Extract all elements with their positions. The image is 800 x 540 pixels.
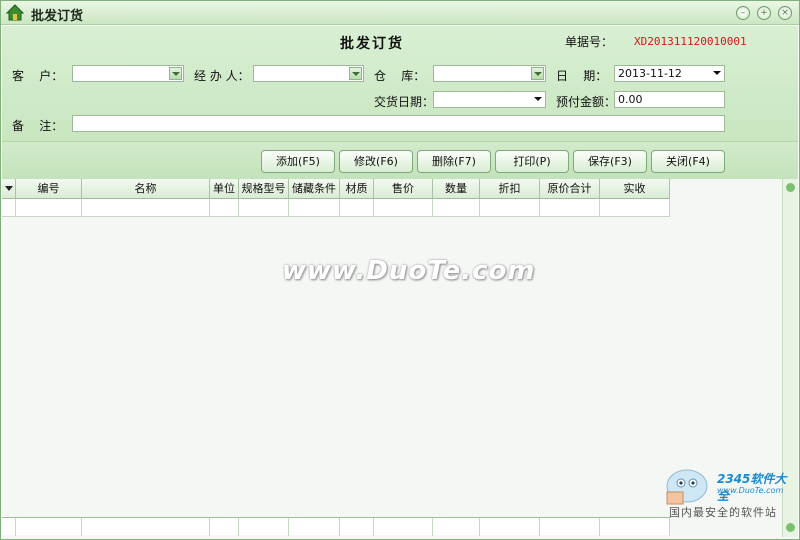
col-header-storage[interactable]: 储藏条件 [289,179,340,199]
close-icon[interactable]: × [778,6,792,20]
col-header-received[interactable]: 实收 [600,179,670,199]
prepay-input[interactable]: 0.00 [614,91,725,108]
form-heading: 批发订货 [340,36,404,52]
customer-label: 客 户： [12,69,64,83]
delivery-date-label: 交货日期： [374,95,435,109]
remark-label: 备 注： [12,119,64,133]
order-no-label: 单据号： [565,35,614,49]
col-header-code[interactable]: 编号 [16,179,82,199]
title-bar[interactable]: 批发订货 – + × [1,1,799,25]
window-title: 批发订货 [31,9,84,24]
col-header-discount[interactable]: 折扣 [480,179,540,199]
chevron-down-icon[interactable] [713,71,721,75]
col-header-subtotal[interactable]: 原价合计 [540,179,600,199]
logo-slogan: 国内最安全的软件站 [669,506,777,519]
grid-header: 编号 名称 单位 规格型号 储藏条件 材质 售价 数量 折扣 原价合计 实收 [2,179,670,199]
date-picker[interactable]: 2013-11-12 [614,65,725,82]
order-window: 批发订货 – + × 批发订货 单据号： XD201311120010001 客… [0,0,800,540]
col-header-name[interactable]: 名称 [82,179,210,199]
handler-select[interactable] [253,65,364,82]
chevron-down-icon[interactable] [169,67,182,80]
order-no-value: XD201311120010001 [634,35,747,48]
remark-input[interactable] [72,115,725,132]
watermark-text: www.DuoTe.com [282,256,536,286]
col-header-unit[interactable]: 单位 [210,179,239,199]
row-indicator-icon[interactable] [2,179,16,199]
table-row[interactable] [2,199,670,217]
close-button[interactable]: 关闭(F4) [651,150,725,173]
scroll-up-icon[interactable] [786,183,795,192]
delivery-date-picker[interactable] [433,91,546,108]
save-button[interactable]: 保存(F3) [573,150,647,173]
warehouse-label: 仓 库： [374,69,426,83]
col-header-spec[interactable]: 规格型号 [239,179,289,199]
order-header-form: 批发订货 单据号： XD201311120010001 客 户： 经 办 人： … [2,26,798,141]
date-value: 2013-11-12 [618,67,682,80]
site-logo: 2345软件大全 www.DuoTe.com 国内最安全的软件站 [661,466,796,526]
prepay-label: 预付金额： [556,95,617,109]
col-header-price[interactable]: 售价 [374,179,433,199]
chevron-down-icon[interactable] [349,67,362,80]
chevron-down-icon[interactable] [531,67,544,80]
col-header-material[interactable]: 材质 [340,179,374,199]
col-header-qty[interactable]: 数量 [433,179,480,199]
edit-button[interactable]: 修改(F6) [339,150,413,173]
add-button[interactable]: 添加(F5) [261,150,335,173]
home-icon [6,4,24,21]
print-button[interactable]: 打印(P) [495,150,569,173]
maximize-icon[interactable]: + [757,6,771,20]
chevron-down-icon[interactable] [534,97,542,101]
logo-url: www.DuoTe.com [717,486,784,495]
mascot-icon [666,469,708,505]
grid-footer-row [2,517,670,536]
date-label: 日 期： [556,69,608,83]
delete-button[interactable]: 删除(F7) [417,150,491,173]
action-toolbar: 添加(F5) 修改(F6) 删除(F7) 打印(P) 保存(F3) 关闭(F4) [2,141,798,179]
handler-label: 经 办 人： [194,69,250,83]
minimize-icon[interactable]: – [736,6,750,20]
customer-select[interactable] [72,65,184,82]
warehouse-select[interactable] [433,65,546,82]
prepay-value: 0.00 [618,93,643,106]
